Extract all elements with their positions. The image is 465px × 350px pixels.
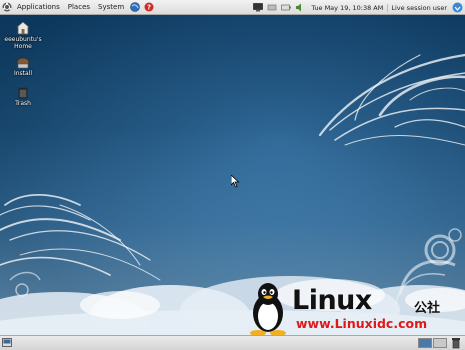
network-icon[interactable] bbox=[267, 3, 277, 12]
mouse-cursor-icon bbox=[231, 175, 240, 188]
workspace-2[interactable] bbox=[433, 338, 447, 348]
top-panel: Applications Places System ? Tue May 19,… bbox=[0, 0, 465, 15]
menu-applications[interactable]: Applications bbox=[13, 0, 64, 15]
ubuntu-logo-icon[interactable] bbox=[2, 2, 12, 12]
show-desktop-icon[interactable] bbox=[2, 338, 12, 347]
clock[interactable]: Tue May 19, 10:38 AM bbox=[307, 4, 387, 12]
trash-applet-icon[interactable] bbox=[450, 337, 462, 349]
tux-penguin-logo bbox=[250, 283, 286, 336]
power-button-icon[interactable] bbox=[452, 2, 463, 13]
trash-icon bbox=[18, 87, 28, 99]
display-icon[interactable] bbox=[253, 3, 264, 12]
desktop-background: eeeubuntu's Home Install Trash bbox=[0, 15, 465, 335]
trash-icon-label: Trash bbox=[15, 100, 31, 107]
battery-icon[interactable] bbox=[281, 3, 292, 12]
web-browser-launcher-icon[interactable] bbox=[130, 2, 140, 12]
watermark-url: www.Linuxidc.com bbox=[296, 316, 428, 331]
install-icon-label: Install bbox=[13, 70, 33, 77]
top-panel-tray: Tue May 19, 10:38 AM Live session user bbox=[251, 0, 465, 15]
desktop-icon-home[interactable]: eeeubuntu's Home bbox=[1, 21, 45, 50]
menu-system[interactable]: System bbox=[94, 0, 128, 15]
help-launcher-icon[interactable]: ? bbox=[144, 2, 154, 12]
home-icon-label: eeeubuntu's Home bbox=[4, 36, 42, 50]
desktop-icon-trash[interactable]: Trash bbox=[1, 85, 45, 107]
home-folder-icon bbox=[16, 21, 30, 35]
menu-places[interactable]: Places bbox=[64, 0, 94, 15]
bottom-panel bbox=[0, 335, 465, 350]
session-user-menu[interactable]: Live session user bbox=[387, 3, 450, 12]
workspace-1[interactable] bbox=[418, 338, 432, 348]
watermark-title: Linux bbox=[292, 285, 372, 316]
installer-icon bbox=[16, 57, 30, 69]
desktop-icon-install[interactable]: Install bbox=[1, 56, 45, 77]
watermark-chinese: 公社 bbox=[414, 301, 441, 316]
volume-icon[interactable] bbox=[295, 3, 305, 12]
svg-text:?: ? bbox=[147, 4, 151, 12]
